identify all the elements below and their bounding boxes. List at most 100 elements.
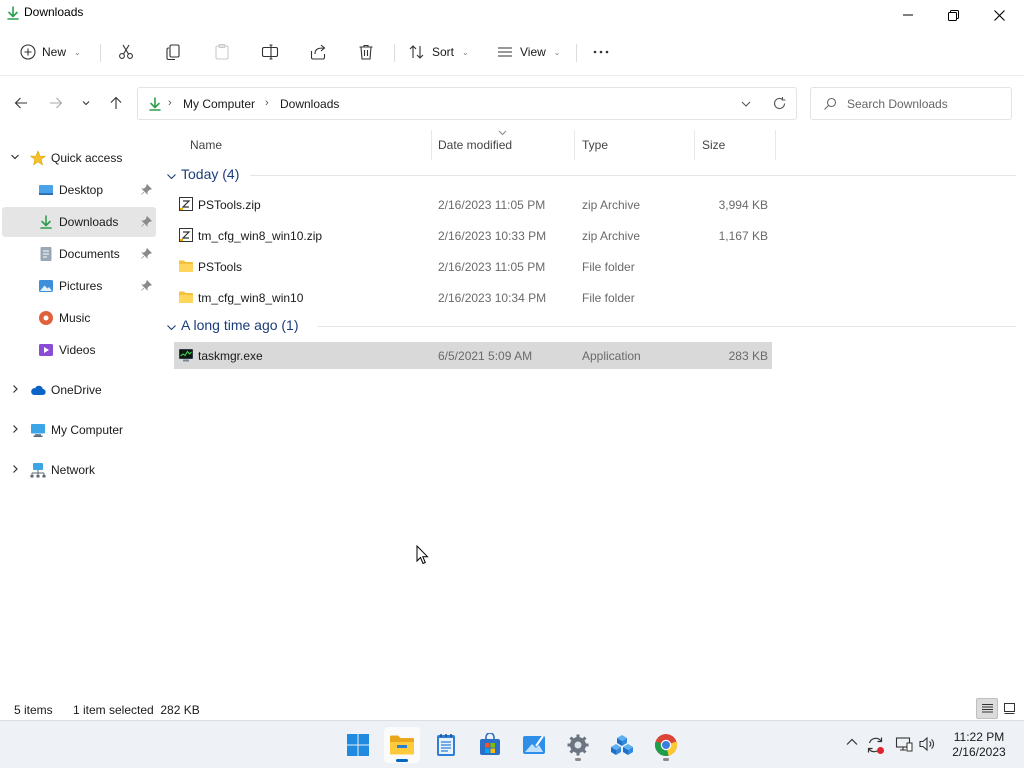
file-row[interactable]: tm_cfg_win8_win10.zip 2/16/2023 10:33 PM… [174, 222, 772, 249]
forward-button[interactable] [44, 94, 68, 112]
pin-icon[interactable] [141, 248, 152, 259]
taskbar-settings[interactable] [560, 727, 596, 763]
sidebar-item-downloads[interactable]: Downloads [2, 207, 156, 237]
file-name: taskmgr.exe [198, 349, 263, 363]
pin-icon[interactable] [141, 280, 152, 291]
sidebar-item-documents[interactable]: Documents [2, 239, 156, 269]
taskbar-file-explorer[interactable] [384, 727, 420, 763]
search-input[interactable] [847, 96, 1007, 112]
file-row[interactable]: PSTools.zip 2/16/2023 11:05 PM zip Archi… [174, 191, 772, 218]
sort-button[interactable]: Sort ⌄ [408, 38, 469, 66]
taskbar-notepad[interactable] [428, 727, 464, 763]
paste-button[interactable] [213, 38, 231, 66]
sidebar-item-my-computer[interactable]: My Computer [2, 415, 156, 445]
sidebar-item-pictures[interactable]: Pictures [2, 271, 156, 301]
plus-circle-icon [20, 44, 36, 60]
chevron-right-icon[interactable] [10, 384, 20, 394]
copy-button[interactable] [165, 38, 183, 66]
arrow-up-icon [110, 96, 122, 109]
chevron-down-icon[interactable] [10, 152, 20, 162]
details-view-button[interactable] [976, 698, 998, 719]
chrome-icon [655, 734, 678, 756]
delete-button[interactable] [357, 38, 375, 66]
file-type: zip Archive [582, 198, 641, 212]
active-app-indicator [396, 759, 408, 762]
search-box[interactable] [810, 87, 1012, 120]
chevron-up-icon[interactable] [845, 735, 859, 749]
column-header-type[interactable]: Type [574, 130, 695, 160]
up-button[interactable] [104, 94, 128, 112]
rename-button[interactable] [261, 38, 279, 66]
recent-locations-button[interactable] [74, 94, 98, 112]
sync-error-icon[interactable] [866, 735, 886, 755]
more-icon [593, 50, 609, 54]
pin-icon[interactable] [141, 184, 152, 195]
sidebar-item-music[interactable]: Music [2, 303, 156, 333]
group-title: A long time ago (1) [181, 317, 299, 333]
group-divider [318, 326, 1016, 327]
zip-icon [179, 197, 193, 211]
file-row[interactable]: PSTools 2/16/2023 11:05 PM File folder [174, 253, 772, 280]
minimize-button[interactable] [885, 0, 931, 30]
sidebar-item-desktop[interactable]: Desktop [2, 175, 156, 205]
desktop-icon [39, 185, 53, 195]
folder-icon [179, 291, 193, 303]
network-monitor-icon[interactable] [895, 735, 913, 753]
more-options-button[interactable] [592, 38, 610, 66]
back-button[interactable] [9, 94, 33, 112]
sidebar-item-quick-access[interactable]: Quick access [2, 143, 156, 173]
file-type: File folder [582, 291, 635, 305]
file-size: 1,167 KB [718, 229, 768, 243]
restore-button[interactable] [930, 0, 976, 30]
cloud-icon [31, 385, 46, 396]
group-header-today[interactable]: Today (4) [166, 165, 1016, 187]
chevron-down-icon[interactable] [740, 98, 752, 110]
minimize-icon [903, 14, 913, 16]
file-row[interactable]: tm_cfg_win8_win10 2/16/2023 10:34 PM Fil… [174, 284, 772, 311]
view-list-icon [498, 47, 512, 57]
navigation-pane: Quick access Desktop Downloads Documents… [0, 140, 158, 700]
refresh-icon[interactable] [772, 96, 787, 111]
group-header-a-long-time-ago[interactable]: A long time ago (1) [166, 316, 1016, 338]
close-button[interactable] [976, 0, 1022, 30]
close-icon [993, 9, 1005, 21]
tiles-view-button[interactable] [998, 698, 1020, 719]
share-icon [310, 44, 326, 60]
chevron-down-icon: ⌄ [553, 47, 561, 57]
column-header-size[interactable]: Size [694, 130, 776, 160]
sidebar-item-network[interactable]: Network [2, 455, 156, 485]
sidebar-item-onedrive[interactable]: OneDrive [2, 375, 156, 405]
taskbar-microsoft-store[interactable] [472, 727, 508, 763]
pin-icon[interactable] [141, 216, 152, 227]
toolbar-divider [394, 44, 395, 62]
column-header-name[interactable]: Name [182, 130, 432, 160]
chevron-right-icon[interactable] [10, 424, 20, 434]
cut-button[interactable] [117, 38, 135, 66]
start-button[interactable] [340, 727, 376, 763]
share-button[interactable] [309, 38, 327, 66]
speaker-icon[interactable] [918, 735, 936, 753]
chevron-down-icon[interactable] [166, 171, 177, 182]
taskbar-chrome[interactable] [648, 727, 684, 763]
system-clock[interactable]: 11:22 PM 2/16/2023 [944, 730, 1014, 760]
file-row-selected[interactable]: taskmgr.exe 6/5/2021 5:09 AM Application… [174, 342, 772, 369]
gear-icon [567, 734, 589, 756]
new-label: New [42, 45, 67, 59]
network-icon [30, 463, 46, 478]
sidebar-item-videos[interactable]: Videos [2, 335, 156, 365]
taskbar-app[interactable] [604, 727, 640, 763]
chevron-right-icon[interactable] [10, 464, 20, 474]
new-button[interactable]: New ⌄ [20, 38, 81, 66]
breadcrumb-downloads[interactable]: Downloads [280, 97, 339, 111]
arrow-left-icon [14, 97, 27, 109]
taskbar-paint[interactable] [516, 727, 552, 763]
breadcrumb-my-computer[interactable]: My Computer [183, 97, 255, 111]
sidebar-item-label: Quick access [51, 151, 123, 165]
item-count: 5 items [14, 703, 53, 717]
address-bar[interactable]: › My Computer › Downloads [137, 87, 797, 120]
view-button[interactable]: View ⌄ [496, 38, 561, 66]
restore-icon [947, 9, 959, 21]
file-date: 6/5/2021 5:09 AM [438, 349, 533, 363]
chevron-down-icon[interactable] [166, 322, 177, 333]
paint-icon [523, 735, 545, 754]
